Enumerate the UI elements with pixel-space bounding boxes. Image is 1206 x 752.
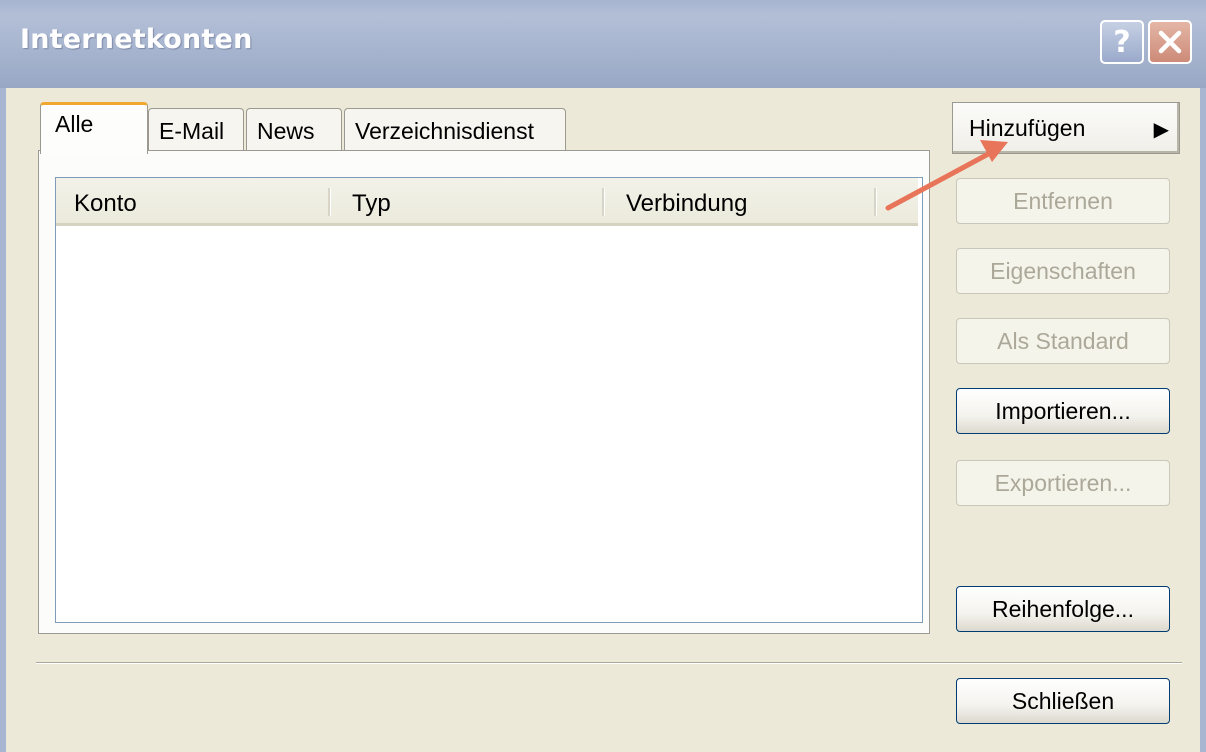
column-divider[interactable] [874, 188, 877, 216]
tab-verzeichnisdienst[interactable]: Verzeichnisdienst [344, 108, 566, 150]
tab-email[interactable]: E-Mail [148, 108, 244, 150]
column-divider[interactable] [602, 188, 605, 216]
set-default-button-label: Als Standard [997, 327, 1129, 354]
export-button-label: Exportieren... [994, 469, 1132, 496]
column-header-konto[interactable]: Konto [74, 190, 137, 218]
help-icon: ? [1113, 24, 1131, 60]
order-button-label: Reihenfolge... [992, 595, 1134, 622]
close-button-label: Schließen [1011, 687, 1115, 714]
import-button-label: Importieren... [995, 397, 1131, 424]
set-default-button[interactable]: Als Standard [956, 318, 1170, 364]
properties-button[interactable]: Eigenschaften [956, 248, 1170, 294]
column-divider[interactable] [328, 188, 331, 216]
close-window-button[interactable] [1148, 20, 1192, 64]
column-header-verbindung[interactable]: Verbindung [626, 190, 747, 218]
window-title: Internetkonten [20, 24, 253, 55]
properties-button-label: Eigenschaften [990, 257, 1136, 284]
title-bar[interactable]: Internetkonten ? [0, 0, 1206, 88]
list-header: Konto Typ Verbindung [56, 178, 918, 226]
internet-accounts-dialog: Internetkonten ? Alle E-Mail News Verzei… [0, 0, 1206, 752]
export-button[interactable]: Exportieren... [956, 460, 1170, 506]
accounts-list[interactable]: Konto Typ Verbindung [55, 177, 923, 623]
tab-label: E-Mail [159, 118, 225, 144]
order-button[interactable]: Reihenfolge... [956, 586, 1170, 632]
remove-button-label: Entfernen [1013, 187, 1113, 214]
submenu-arrow-icon: ▶ [1153, 119, 1169, 141]
tab-news[interactable]: News [246, 108, 342, 150]
close-icon [1158, 30, 1182, 54]
remove-button[interactable]: Entfernen [956, 178, 1170, 224]
tab-alle[interactable]: Alle [40, 102, 148, 154]
separator-line [36, 662, 1182, 664]
add-button[interactable]: Hinzufügen ▶ [952, 102, 1180, 154]
import-button[interactable]: Importieren... [956, 388, 1170, 434]
tab-label: Alle [55, 111, 94, 137]
close-button[interactable]: Schließen [956, 678, 1170, 724]
help-button[interactable]: ? [1100, 20, 1144, 64]
add-button-label: Hinzufügen [969, 114, 1086, 141]
tab-panel: Konto Typ Verbindung [38, 150, 930, 634]
column-header-typ[interactable]: Typ [352, 190, 391, 218]
tab-label: News [257, 118, 315, 144]
tab-label: Verzeichnisdienst [355, 118, 534, 144]
